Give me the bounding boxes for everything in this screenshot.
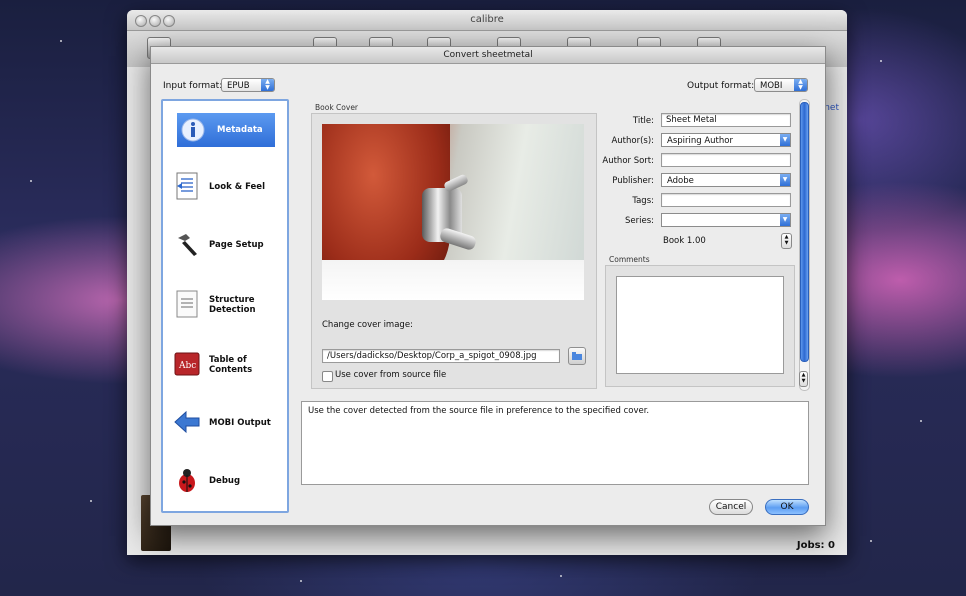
metadata-form: Title: Sheet Metal Author(s): Aspiring A… xyxy=(599,111,799,261)
calibre-window-title: calibre xyxy=(470,14,504,25)
jobs-status[interactable]: Jobs: 0 xyxy=(797,540,835,551)
series-index-stepper[interactable]: ▲ ▼ xyxy=(781,233,792,249)
convert-dialog: Convert sheetmetal Input format: EPUB ▲ ▼… xyxy=(150,46,826,526)
cover-image xyxy=(322,124,584,300)
wallpaper-star xyxy=(300,580,302,582)
sidebar-item-table-of-contents[interactable]: Abc Table of Contents xyxy=(167,341,285,389)
author-label: Author(s): xyxy=(611,136,654,146)
options-scrollbar[interactable] xyxy=(799,99,810,391)
comments-group-label: Comments xyxy=(609,255,650,264)
wallpaper-star xyxy=(60,40,62,42)
publisher-value: Adobe xyxy=(667,176,694,186)
input-format-select[interactable]: EPUB ▲ ▼ xyxy=(221,78,275,92)
sidebar-item-label: Metadata xyxy=(217,125,263,135)
arrow-left-icon xyxy=(173,407,201,437)
wallpaper-star xyxy=(880,60,882,62)
input-format-label: Input format: xyxy=(163,81,223,91)
chevron-down-icon: ▼ xyxy=(780,214,790,226)
book-cover-group: Change cover image: /Users/dadickso/Desk… xyxy=(311,113,597,389)
sidebar-item-look-and-feel[interactable]: Look & Feel xyxy=(167,163,285,211)
use-source-cover-label: Use cover from source file xyxy=(335,370,447,380)
author-sort-label: Author Sort: xyxy=(602,156,654,166)
scrollbar-thumb[interactable] xyxy=(800,102,809,362)
author-value: Aspiring Author xyxy=(667,136,733,146)
chevron-down-icon: ▼ xyxy=(780,174,790,186)
sidebar-item-label: Table of Contents xyxy=(209,355,253,375)
wallpaper-star xyxy=(30,180,32,182)
cover-image-floor xyxy=(322,260,584,300)
sidebar-item-structure-detection[interactable]: Structure Detection xyxy=(167,281,285,329)
bug-icon xyxy=(173,465,201,495)
change-cover-label: Change cover image: xyxy=(322,320,413,330)
series-label: Series: xyxy=(624,216,654,226)
chevron-down-icon: ▼ xyxy=(780,134,790,146)
structure-icon xyxy=(173,289,201,319)
wallpaper-star xyxy=(90,500,92,502)
input-format-value: EPUB xyxy=(227,81,250,91)
output-format-select[interactable]: MOBI ▲ ▼ xyxy=(754,78,808,92)
scrollbar-arrows[interactable]: ▲ ▼ xyxy=(799,371,808,387)
title-label: Title: xyxy=(632,116,654,126)
browse-cover-button[interactable] xyxy=(568,347,586,365)
folder-icon xyxy=(572,352,582,360)
series-index-field[interactable]: Book 1.00 xyxy=(663,236,706,246)
sidebar-item-metadata[interactable]: Metadata xyxy=(177,113,275,147)
publisher-combobox[interactable]: Adobe ▼ xyxy=(661,173,791,187)
sidebar-item-page-setup[interactable]: Page Setup xyxy=(167,221,285,269)
calibre-titlebar: calibre xyxy=(127,10,847,31)
chevron-updown-icon: ▲ ▼ xyxy=(794,79,807,91)
publisher-label: Publisher: xyxy=(612,176,654,186)
svg-text:Abc: Abc xyxy=(178,361,196,371)
sidebar-item-label: Look & Feel xyxy=(209,182,265,192)
sidebar-item-debug[interactable]: Debug xyxy=(167,457,285,505)
sidebar-item-label: Debug xyxy=(209,476,241,486)
tags-label: Tags: xyxy=(632,196,654,206)
hammer-icon xyxy=(173,229,201,259)
sidebar-item-label: Structure Detection xyxy=(209,295,256,315)
author-combobox[interactable]: Aspiring Author ▼ xyxy=(661,133,791,147)
tags-input[interactable] xyxy=(661,193,791,207)
comments-textarea[interactable] xyxy=(616,276,784,374)
sidebar-item-mobi-output[interactable]: MOBI Output xyxy=(167,399,285,447)
cancel-button[interactable]: Cancel xyxy=(709,499,753,515)
ok-button[interactable]: OK xyxy=(765,499,809,515)
output-format-value: MOBI xyxy=(760,81,783,91)
output-format-label: Output format: xyxy=(687,81,755,91)
book-cover-group-label: Book Cover xyxy=(315,103,359,112)
wallpaper-star xyxy=(920,420,922,422)
side-link[interactable]: net xyxy=(824,103,839,113)
sidebar-item-label: MOBI Output xyxy=(209,418,271,428)
sidebar-item-label: Page Setup xyxy=(209,240,264,250)
title-input[interactable]: Sheet Metal xyxy=(661,113,791,127)
dialog-title: Convert sheetmetal xyxy=(151,47,825,64)
toc-book-icon: Abc xyxy=(173,349,201,379)
comments-group xyxy=(605,265,795,387)
series-combobox[interactable]: ▼ xyxy=(661,213,791,227)
info-icon xyxy=(179,115,207,145)
use-source-cover-checkbox[interactable] xyxy=(322,371,333,382)
options-sidebar: Metadata Look & Feel Page Setup Structur… xyxy=(161,99,289,513)
document-icon xyxy=(173,171,201,201)
chevron-updown-icon: ▲ ▼ xyxy=(261,79,274,91)
cover-path-input[interactable]: /Users/dadickso/Desktop/Corp_a_spigot_09… xyxy=(322,349,560,363)
help-text-box: Use the cover detected from the source f… xyxy=(301,401,809,485)
wallpaper-star xyxy=(870,540,872,542)
author-sort-input[interactable] xyxy=(661,153,791,167)
wallpaper-star xyxy=(560,575,562,577)
